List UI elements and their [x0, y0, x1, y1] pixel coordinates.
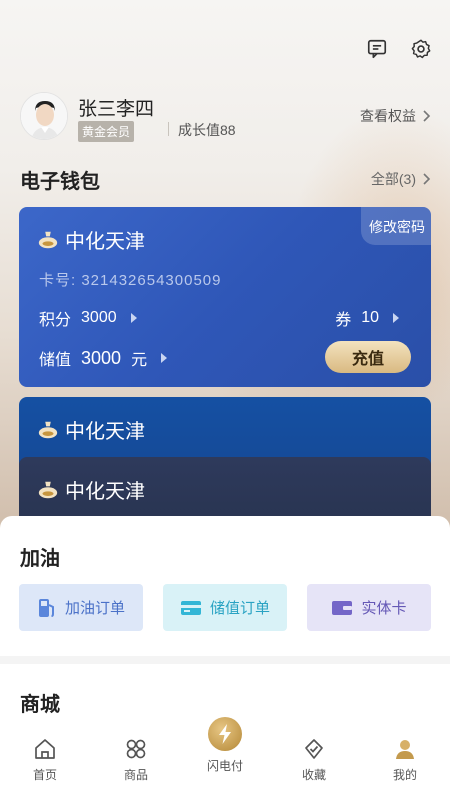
fuel-pump-icon [38, 598, 54, 617]
points-label: 积分 [39, 312, 72, 329]
tab-products[interactable]: 商品 [101, 736, 171, 783]
flask-logo-icon [38, 421, 58, 438]
coupon-value: 10 [361, 309, 379, 326]
coupon-label: 券 [335, 312, 352, 329]
tab-flash-pay-label: 闪电付 [206, 759, 243, 773]
refuel-orders-label: 加油订单 [64, 600, 125, 617]
avatar-image [21, 93, 67, 139]
card-brand-label: 中化天津 [65, 231, 145, 253]
card-brand-label: 中化天津 [65, 421, 145, 443]
stored-value: 3000 [81, 347, 122, 368]
modify-password-button[interactable]: 修改密码 [361, 207, 431, 245]
tab-favorites[interactable]: 收藏 [279, 736, 349, 783]
points-value: 3000 [81, 309, 117, 326]
physical-card-button[interactable]: 实体卡 [307, 584, 431, 631]
caret-right-icon [393, 313, 399, 323]
recharge-button[interactable]: 充值 [325, 341, 411, 373]
wallet-all-link[interactable]: 全部(3) [371, 169, 432, 189]
stored-unit: 元 [131, 352, 148, 369]
tab-products-label: 商品 [123, 768, 148, 782]
tab-mine-label: 我的 [392, 768, 417, 782]
coupon-link[interactable]: 券 10 [335, 306, 399, 330]
chevron-right-icon [423, 173, 431, 185]
tab-flash-pay[interactable]: 闪电付 [189, 717, 261, 774]
stored-value-link[interactable]: 储值 3000 元 [39, 346, 168, 370]
favorite-icon [305, 739, 323, 759]
message-icon[interactable] [366, 38, 388, 60]
refuel-title: 加油 [20, 548, 60, 570]
chevron-right-icon [423, 110, 431, 122]
stored-label: 储值 [39, 352, 72, 369]
wallet-card-1[interactable]: 中化天津 修改密码 卡号: 321432654300509 积分 3000 券 … [19, 207, 431, 387]
caret-right-icon [161, 353, 168, 363]
card-brand-label: 中化天津 [65, 481, 145, 503]
section-divider [0, 656, 450, 664]
view-rights-label: 查看权益 [360, 108, 416, 124]
products-icon [126, 739, 146, 759]
tab-mine[interactable]: 我的 [370, 736, 440, 783]
stored-orders-button[interactable]: 储值订单 [163, 584, 287, 631]
card-brand: 中化天津 [37, 475, 145, 504]
physical-card-label: 实体卡 [361, 600, 407, 617]
gear-icon[interactable] [410, 38, 432, 60]
tab-home-label: 首页 [32, 768, 57, 782]
refuel-orders-button[interactable]: 加油订单 [19, 584, 143, 631]
divider [168, 122, 169, 136]
lightning-icon [208, 717, 242, 751]
flask-logo-icon [38, 481, 58, 498]
member-level-badge: 黄金会员 [78, 121, 135, 142]
growth-value: 成长值88 [178, 122, 236, 138]
card-number: 卡号: 321432654300509 [39, 272, 222, 289]
stored-orders-label: 储值订单 [209, 600, 270, 617]
tab-favorites-label: 收藏 [301, 768, 326, 782]
view-rights-link[interactable]: 查看权益 [360, 106, 432, 126]
mall-title: 商城 [20, 694, 60, 716]
points-link[interactable]: 积分 3000 [39, 306, 137, 330]
caret-right-icon [130, 313, 137, 323]
flask-logo-icon [38, 231, 58, 248]
tab-bar: 首页 商品 闪电付 收藏 我的 [0, 717, 450, 800]
profile-header: 张三李四 黄金会员 成长值88 查看权益 [20, 92, 432, 142]
top-actions [366, 38, 432, 60]
card-brand: 中化天津 [37, 225, 145, 254]
wallet-title: 电子钱包 [20, 171, 100, 193]
wallet-card-icon [332, 600, 353, 615]
profile-icon [396, 740, 414, 759]
home-icon [35, 739, 55, 759]
wallet-all-label: 全部(3) [370, 171, 416, 187]
card-brand: 中化天津 [37, 415, 145, 444]
tab-home[interactable]: 首页 [10, 736, 80, 783]
credit-card-icon [180, 600, 201, 615]
avatar[interactable] [20, 92, 68, 140]
user-name: 张三李四 [78, 99, 155, 120]
